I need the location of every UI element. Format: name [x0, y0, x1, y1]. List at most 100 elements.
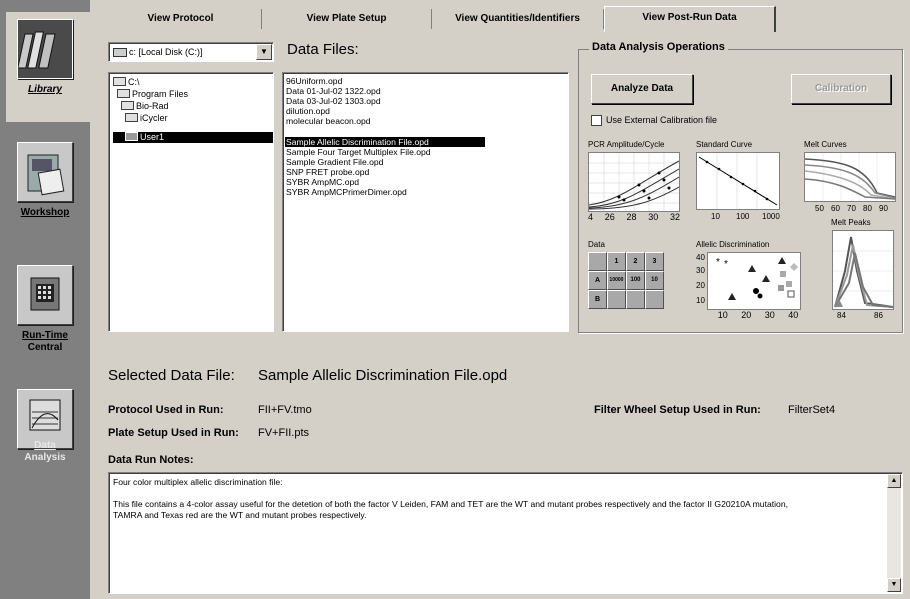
- melt-tick: 50: [815, 204, 824, 213]
- folder-open-icon: [113, 77, 126, 86]
- melt-peaks-label: Melt Peaks: [831, 218, 871, 227]
- pcr-tick: 26: [604, 212, 615, 222]
- tree-item-icycler[interactable]: iCycler: [125, 113, 168, 123]
- allelic-y-tick: 20: [696, 281, 705, 290]
- list-item[interactable]: Data 03-Jul-02 1303.opd: [286, 96, 381, 106]
- use-external-calibration-label: Use External Calibration file: [606, 115, 718, 125]
- allelic-y-tick: 30: [696, 266, 705, 275]
- list-item[interactable]: SNP FRET probe.opd: [286, 167, 369, 177]
- data-analysis-operations-group: Data Analysis Operations Analyze Data Ca…: [578, 41, 903, 333]
- std-tick: 1000: [762, 212, 780, 221]
- scroll-up-icon[interactable]: ▲: [887, 474, 901, 488]
- notes-line: TAMRA and Texas red are the WT and mutan…: [113, 510, 367, 520]
- chevron-down-icon[interactable]: ▼: [256, 44, 272, 60]
- scroll-down-icon[interactable]: ▼: [887, 578, 901, 592]
- analysis-label-1: Data: [34, 440, 56, 451]
- melt-tick: 80: [863, 204, 872, 213]
- library-button[interactable]: Library: [6, 12, 90, 122]
- grid-col-header: 2: [626, 252, 645, 271]
- pcr-tick: 30: [648, 212, 659, 222]
- standard-curve-label: Standard Curve: [696, 140, 753, 149]
- folder-open-icon: [117, 89, 130, 98]
- data-grid-label: Data: [588, 240, 605, 249]
- notes-line: This file contains a 4-color assay usefu…: [113, 499, 788, 509]
- list-item[interactable]: Sample Gradient File.opd: [286, 157, 383, 167]
- tab-view-protocol[interactable]: View Protocol: [100, 9, 262, 29]
- grid-cell: [645, 290, 664, 309]
- data-analysis-button[interactable]: Data Analysis: [6, 382, 84, 492]
- melt-tick: 70: [847, 204, 856, 213]
- allelic-y-tick: 10: [696, 296, 705, 305]
- drive-select[interactable]: c: [Local Disk (C:)] ▼: [108, 42, 274, 62]
- data-run-notes-textarea[interactable]: Four color multiplex allelic discriminat…: [108, 472, 903, 594]
- grid-cell: 10: [645, 271, 664, 290]
- list-item[interactable]: dilution.opd: [286, 106, 330, 116]
- analyze-data-button[interactable]: Analyze Data: [591, 74, 693, 104]
- allelic-discrimination-thumbnail[interactable]: * *: [707, 252, 801, 310]
- pcr-amplitude-thumbnail[interactable]: [588, 152, 680, 212]
- notes-scrollbar[interactable]: ▲ ▼: [887, 474, 901, 592]
- allelic-x-tick: 10: [717, 310, 728, 320]
- tab-view-quantities[interactable]: View Quantities/Identifiers: [432, 9, 604, 29]
- list-item[interactable]: molecular beacon.opd: [286, 116, 371, 126]
- grid-cell: 100: [626, 271, 645, 290]
- workshop-button[interactable]: Workshop: [6, 135, 84, 245]
- list-item[interactable]: Data 01-Jul-02 1322.opd: [286, 86, 381, 96]
- data-run-notes-label: Data Run Notes:: [108, 454, 194, 466]
- pcr-amplitude-label: PCR Amplitude/Cycle: [588, 140, 665, 149]
- calibration-button[interactable]: Calibration: [791, 74, 891, 104]
- tab-view-post-run-data[interactable]: View Post-Run Data: [604, 6, 776, 32]
- runtime-label-2: Central: [27, 342, 63, 353]
- tree-item-user1[interactable]: User1: [125, 132, 164, 142]
- melt-curves-label: Melt Curves: [804, 140, 847, 149]
- pcr-tick: 32: [669, 212, 680, 222]
- grid-cell: [607, 290, 626, 309]
- standard-curve-plot: [698, 153, 778, 209]
- grid-col-header: 3: [645, 252, 664, 271]
- runtime-label-1: Run-Time: [22, 330, 68, 341]
- svg-text:*: *: [716, 257, 720, 268]
- runtime-central-icon: [17, 265, 73, 325]
- list-item[interactable]: Sample Four Target Multiplex File.opd: [286, 147, 431, 157]
- pcr-amplitude-plot: [588, 153, 680, 211]
- folder-open-icon: [125, 113, 138, 122]
- filter-wheel-value: FilterSet4: [788, 404, 836, 416]
- pcr-tick: 4: [588, 212, 594, 222]
- list-item[interactable]: SYBR AmpMC.opd: [286, 177, 359, 187]
- std-tick: 10: [711, 212, 720, 221]
- data-file-list[interactable]: 96Uniform.opd Data 01-Jul-02 1322.opd Da…: [282, 72, 569, 332]
- grid-cell: 10000: [607, 271, 626, 290]
- melt-tick: 60: [831, 204, 840, 213]
- folder-tree[interactable]: C:\ Program Files Bio-Rad iCycler User1: [108, 72, 274, 332]
- tree-item-c[interactable]: C:\: [113, 77, 140, 87]
- workshop-label: Workshop: [20, 207, 70, 218]
- allelic-x-tick: 30: [764, 310, 775, 320]
- folder-open-icon: [121, 101, 134, 110]
- melt-peaks-thumbnail[interactable]: [832, 230, 894, 310]
- standard-curve-thumbnail[interactable]: [696, 152, 780, 210]
- melt-curves-thumbnail[interactable]: [804, 152, 896, 202]
- allelic-x-tick: 40: [788, 310, 799, 320]
- melt-curves-plot: [804, 153, 896, 201]
- selected-data-file-value: Sample Allelic Discrimination File.opd: [258, 367, 508, 384]
- protocol-label: Protocol Used in Run:: [108, 404, 224, 416]
- library-books-icon: [17, 19, 73, 79]
- list-item[interactable]: SYBR AmpMCPrimerDimer.opd: [286, 187, 407, 197]
- grid-col-header: 1: [607, 252, 626, 271]
- use-external-calibration-checkbox[interactable]: [591, 115, 602, 126]
- notes-line: Four color multiplex allelic discriminat…: [113, 477, 283, 487]
- list-item-selected[interactable]: Sample Allelic Discrimination File.opd: [286, 137, 429, 147]
- grid-corner: [588, 252, 607, 271]
- allelic-discrimination-label: Allelic Discrimination: [696, 240, 770, 249]
- tree-item-bio-rad[interactable]: Bio-Rad: [121, 101, 169, 111]
- selected-data-file-label: Selected Data File:: [108, 367, 235, 384]
- left-navigation: Library Workshop Run-Time Central Data Ana…: [0, 0, 90, 599]
- runtime-central-button[interactable]: Run-Time Central: [6, 258, 84, 368]
- grid-row-header: B: [588, 290, 607, 309]
- list-item[interactable]: 96Uniform.opd: [286, 76, 342, 86]
- data-files-header: Data Files:: [287, 41, 359, 58]
- tree-item-program-files[interactable]: Program Files: [117, 89, 188, 99]
- plate-setup-label: Plate Setup Used in Run:: [108, 427, 239, 439]
- tab-view-plate-setup[interactable]: View Plate Setup: [262, 9, 432, 29]
- drive-icon: [113, 48, 127, 57]
